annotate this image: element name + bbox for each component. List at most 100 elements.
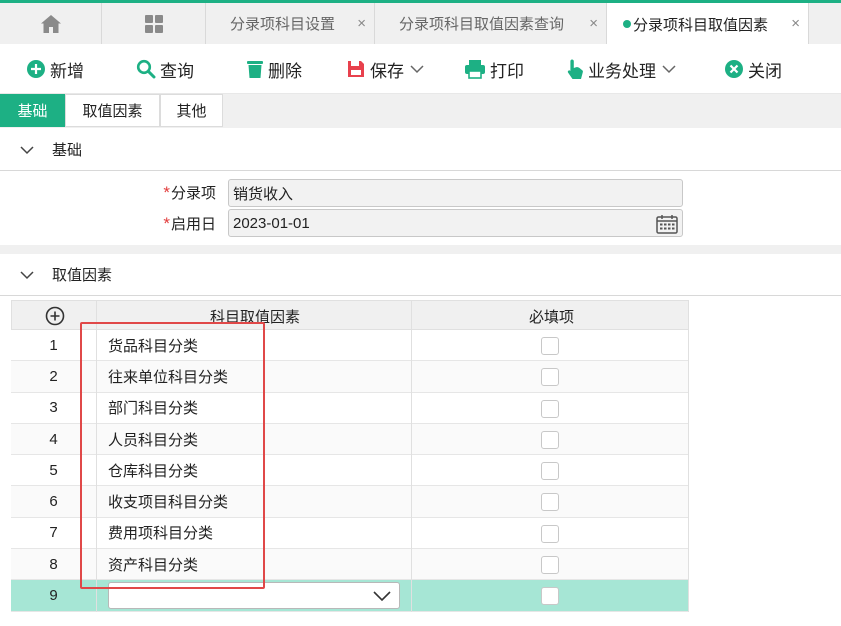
close-label: 关闭 xyxy=(748,61,782,81)
table-row[interactable]: 6 收支项目科目分类 xyxy=(11,486,689,518)
hand-pointer-icon xyxy=(567,59,583,79)
save-icon xyxy=(348,61,364,77)
chevron-down-icon[interactable] xyxy=(410,64,424,74)
active-dot-icon xyxy=(623,20,631,28)
entry-field[interactable]: 销货收入 xyxy=(228,179,683,207)
tab-label: 分录项科目取值因素 xyxy=(633,16,769,34)
column-header-factor[interactable]: 科目取值因素 xyxy=(98,301,412,331)
table-row[interactable]: 8 资产科目分类 xyxy=(11,549,689,581)
factor-cell[interactable]: 收支项目科目分类 xyxy=(108,486,228,516)
tab-basic[interactable]: 基础 xyxy=(0,94,65,127)
add-label: 新增 xyxy=(50,61,84,81)
column-divider xyxy=(688,300,689,612)
delete-button[interactable]: 删除 xyxy=(246,56,302,82)
table-row[interactable]: 2 往来单位科目分类 xyxy=(11,361,689,393)
save-label: 保存 xyxy=(370,61,404,81)
entry-value: 销货收入 xyxy=(233,185,294,203)
app-grid-icon xyxy=(144,14,163,33)
required-checkbox[interactable] xyxy=(541,462,559,481)
business-button[interactable]: 业务处理 xyxy=(566,56,680,82)
close-icon[interactable]: × xyxy=(791,15,800,32)
chevron-down-icon xyxy=(373,591,391,602)
table-row[interactable]: 7 费用项科目分类 xyxy=(11,517,689,550)
factor-cell[interactable]: 往来单位科目分类 xyxy=(108,361,228,391)
toolbar: 新增 查询 删除 保存 打印 业务处理 关闭 xyxy=(0,44,841,94)
business-label: 业务处理 xyxy=(588,61,656,81)
tab-entry-factor-query[interactable]: 分录项科目取值因素查询 × xyxy=(375,3,607,44)
tab-entry-factor-active[interactable]: 分录项科目取值因素 × xyxy=(607,3,809,45)
row-number: 7 xyxy=(49,524,58,542)
factor-section-header[interactable]: 取值因素 xyxy=(0,254,841,296)
required-checkbox[interactable] xyxy=(541,399,559,418)
required-checkbox[interactable] xyxy=(541,524,559,543)
factor-cell[interactable]: 人员科目分类 xyxy=(108,424,198,454)
close-icon[interactable]: × xyxy=(589,15,598,32)
print-button[interactable]: 打印 xyxy=(464,56,524,82)
plus-circle-icon xyxy=(27,60,45,78)
delete-label: 删除 xyxy=(268,61,302,81)
close-icon[interactable]: × xyxy=(357,15,366,32)
section-title: 基础 xyxy=(52,142,83,159)
close-circle-icon xyxy=(725,60,743,78)
basic-section-header[interactable]: 基础 xyxy=(0,129,841,171)
tab-label: 分录项科目取值因素查询 xyxy=(399,16,565,33)
row-number: 4 xyxy=(49,430,58,448)
start-date-field[interactable]: 2023-01-01 xyxy=(228,209,683,237)
printer-icon xyxy=(465,60,485,79)
app-grid-tab[interactable] xyxy=(102,3,206,44)
tab-label: 分录项科目设置 xyxy=(230,16,336,33)
table-row[interactable]: 1 货品科目分类 xyxy=(11,330,689,362)
grid-header: 科目取值因素 必填项 xyxy=(11,300,689,330)
table-row-new[interactable]: 9 xyxy=(11,580,689,612)
query-label: 查询 xyxy=(160,61,194,81)
top-tab-bar: 分录项科目设置 × 分录项科目取值因素查询 × 分录项科目取值因素 × xyxy=(0,0,841,45)
required-mark: * xyxy=(163,214,170,233)
row-number: 5 xyxy=(49,461,58,479)
calendar-icon[interactable] xyxy=(656,214,678,234)
table-row[interactable]: 3 部门科目分类 xyxy=(11,392,689,424)
factor-select[interactable] xyxy=(108,582,400,610)
query-button[interactable]: 查询 xyxy=(136,56,194,82)
required-checkbox[interactable] xyxy=(541,368,559,387)
tab-other[interactable]: 其他 xyxy=(160,94,223,127)
factor-grid: 科目取值因素 必填项 1 货品科目分类 2 往来单位科目分类 3 部门科目分类 4 人员… xyxy=(11,300,689,612)
table-row[interactable]: 4 人员科目分类 xyxy=(11,423,689,456)
save-button[interactable]: 保存 xyxy=(346,56,428,82)
home-tab[interactable] xyxy=(0,3,102,44)
required-checkbox[interactable] xyxy=(541,337,559,355)
required-mark: * xyxy=(163,183,170,202)
required-checkbox[interactable] xyxy=(541,556,559,575)
factor-cell[interactable]: 货品科目分类 xyxy=(108,330,198,360)
table-row[interactable]: 5 仓库科目分类 xyxy=(11,455,689,487)
section-title: 取值因素 xyxy=(52,267,113,284)
trash-icon xyxy=(247,61,263,78)
tab-factors[interactable]: 取值因素 xyxy=(65,94,160,127)
required-checkbox[interactable] xyxy=(541,587,559,606)
factor-cell[interactable]: 费用项科目分类 xyxy=(108,518,213,548)
column-divider xyxy=(411,300,412,612)
factor-cell[interactable]: 部门科目分类 xyxy=(108,393,198,423)
row-number: 9 xyxy=(49,587,58,605)
row-number: 3 xyxy=(49,399,58,417)
section-gap xyxy=(0,245,841,254)
tab-entry-subject-settings[interactable]: 分录项科目设置 × xyxy=(206,3,375,44)
add-button[interactable]: 新增 xyxy=(26,56,84,82)
column-header-required[interactable]: 必填项 xyxy=(413,301,690,331)
close-button[interactable]: 关闭 xyxy=(724,56,782,82)
home-icon xyxy=(40,14,61,33)
chevron-down-icon xyxy=(20,145,34,154)
factor-cell[interactable]: 资产科目分类 xyxy=(108,549,198,579)
plus-circle-icon xyxy=(45,306,64,326)
search-icon xyxy=(136,59,156,79)
form-tab-bar: 基础 取值因素 其他 xyxy=(0,94,841,128)
add-row-button[interactable] xyxy=(12,301,97,331)
print-label: 打印 xyxy=(490,61,524,81)
row-number: 2 xyxy=(49,367,58,385)
required-checkbox[interactable] xyxy=(541,430,559,449)
start-date-value: 2023-01-01 xyxy=(233,214,310,232)
start-date-label: *启用日 xyxy=(163,214,216,233)
required-checkbox[interactable] xyxy=(541,493,559,512)
row-number: 6 xyxy=(49,493,58,511)
chevron-down-icon[interactable] xyxy=(662,64,676,74)
factor-cell[interactable]: 仓库科目分类 xyxy=(108,455,198,485)
